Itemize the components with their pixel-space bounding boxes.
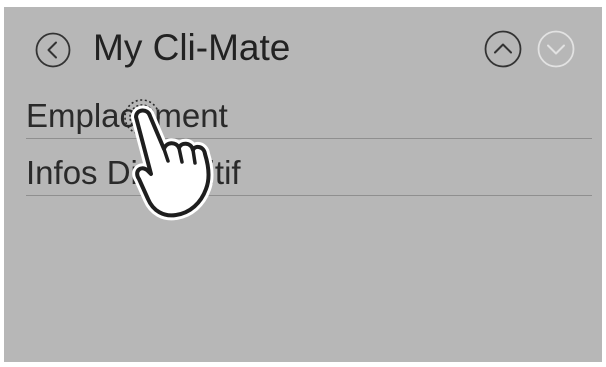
chevron-up-circle-icon — [484, 30, 522, 68]
menu-item-label: Infos Dispositif — [26, 154, 241, 191]
page-title: My Cli-Mate — [93, 27, 291, 68]
menu-item-label: Emplacement — [26, 97, 228, 134]
scroll-up-button[interactable] — [484, 30, 522, 68]
device-screen: My Cli-Mate Emplacement Infos Dispositif — [4, 7, 602, 362]
menu-item-infos-dispositif[interactable]: Infos Dispositif — [26, 146, 592, 196]
chevron-down-circle-icon — [537, 30, 575, 68]
header: My Cli-Mate — [4, 7, 602, 89]
back-button[interactable] — [35, 32, 71, 68]
menu-item-emplacement[interactable]: Emplacement — [26, 89, 592, 139]
chevron-left-circle-icon — [35, 32, 71, 68]
scroll-down-button[interactable] — [537, 30, 575, 68]
menu-list: Emplacement Infos Dispositif — [26, 89, 592, 196]
